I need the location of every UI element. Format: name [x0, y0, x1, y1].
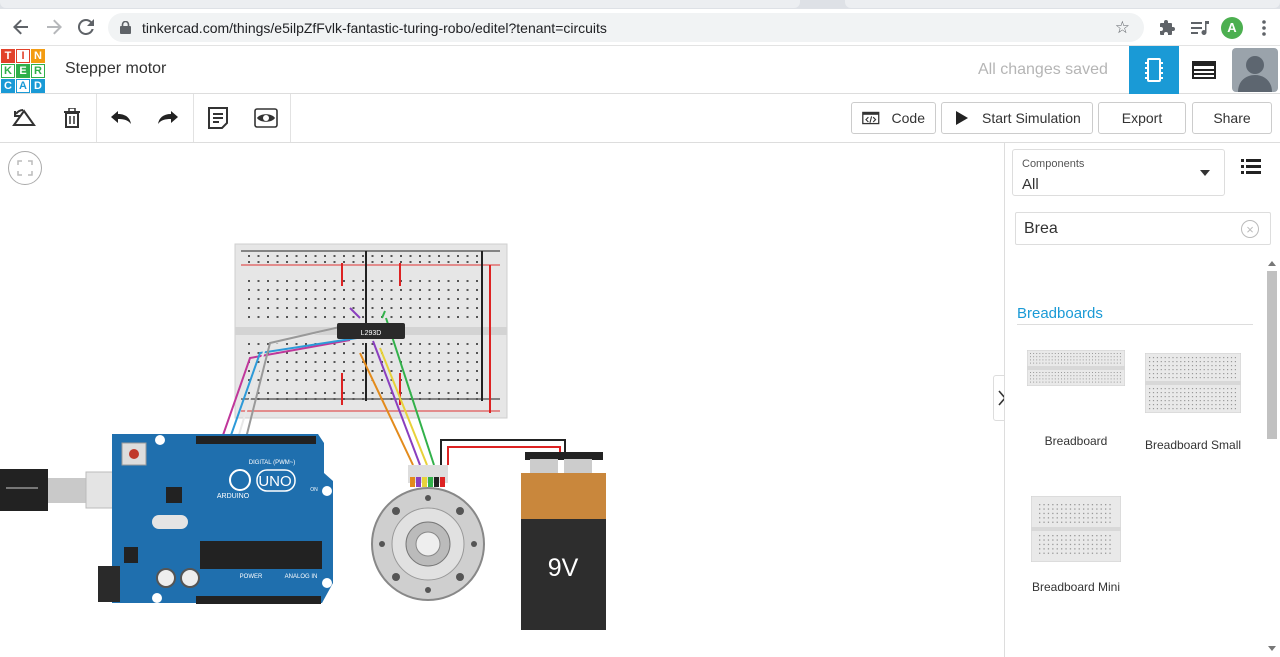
extensions-icon[interactable] — [1152, 13, 1184, 42]
logo-letter: I — [16, 49, 30, 63]
scrollbar-thumb[interactable] — [1267, 271, 1277, 439]
breadboard-small-thumbnail — [1145, 353, 1241, 413]
chip-icon — [1145, 58, 1163, 82]
undo-icon — [111, 111, 131, 124]
stepper-motor[interactable] — [371, 465, 485, 601]
section-title: Breadboards — [1017, 305, 1103, 322]
bookmark-star-icon[interactable]: ☆ — [1115, 18, 1130, 38]
toolbar-divider — [193, 94, 194, 142]
components-dropdown-value: All — [1022, 176, 1039, 193]
logo-letter: R — [31, 64, 45, 78]
browser-tab[interactable] — [0, 0, 800, 8]
redo-button[interactable] — [145, 94, 191, 142]
browser-menu-icon[interactable] — [1248, 13, 1280, 42]
logo-letter: N — [31, 49, 45, 63]
play-icon — [956, 111, 968, 125]
scroll-down-arrow[interactable] — [1268, 646, 1276, 651]
notes-button[interactable] — [195, 94, 241, 142]
components-panel: Components All × Breadboards Breadboard — [1004, 143, 1280, 657]
board-analog-label: ANALOG IN — [285, 574, 318, 580]
share-button[interactable]: Share — [1192, 102, 1272, 134]
logo-letter: E — [16, 64, 30, 78]
board-on-label: ON — [310, 487, 318, 493]
browser-tab[interactable] — [845, 0, 1280, 8]
user-silhouette-icon — [1238, 56, 1272, 92]
circuit-canvas[interactable]: L293D UNO ARDUINO DIGITAL (PWM~) ON POWE… — [0, 143, 1011, 657]
export-label: Export — [1121, 110, 1163, 126]
scroll-up-arrow[interactable] — [1268, 261, 1276, 266]
delete-tool[interactable] — [49, 94, 95, 142]
component-item-breadboard-small[interactable]: Breadboard Small — [1138, 353, 1248, 452]
project-title[interactable]: Stepper motor — [65, 60, 166, 78]
user-avatar[interactable] — [1232, 48, 1278, 92]
breadboard-mini-thumbnail — [1031, 496, 1121, 562]
trash-icon — [64, 108, 80, 128]
component-item-breadboard-mini[interactable]: Breadboard Mini — [1021, 496, 1131, 594]
forward-icon[interactable] — [38, 12, 70, 42]
editor-toolbar: Code Start Simulation Export Share — [0, 94, 1280, 143]
component-item-label: Breadboard Small — [1144, 438, 1242, 452]
start-simulation-label: Start Simulation — [982, 110, 1081, 126]
browser-toolbar: tinkercad.com/things/e5ilpZfFvlk-fantast… — [0, 9, 1280, 46]
circuit-view-button[interactable] — [1129, 46, 1179, 94]
toolbar-divider — [96, 94, 97, 142]
eye-icon — [254, 108, 278, 128]
back-icon[interactable] — [5, 12, 37, 42]
logo-letter: K — [1, 64, 15, 78]
board-power-label: POWER — [240, 574, 263, 580]
media-queue-icon[interactable] — [1184, 13, 1216, 42]
dropdown-caret-icon — [1200, 170, 1210, 176]
logo-letter: T — [1, 49, 15, 63]
components-dropdown-label: Components — [1022, 158, 1085, 170]
start-simulation-button[interactable]: Start Simulation — [941, 102, 1093, 134]
battery-label: 9V — [548, 554, 579, 582]
reload-icon[interactable] — [70, 12, 102, 42]
rotate-tool[interactable] — [1, 94, 47, 142]
logo-letter: D — [31, 79, 45, 93]
browser-tab-strip — [0, 0, 1280, 9]
undo-button[interactable] — [98, 94, 144, 142]
code-icon — [862, 111, 880, 125]
component-item-breadboard[interactable]: Breadboard — [1021, 350, 1131, 448]
list-view-button[interactable] — [1241, 159, 1265, 183]
board-brand-label: ARDUINO — [217, 493, 250, 500]
rotate-icon — [12, 109, 36, 126]
board-model-label: UNO — [258, 473, 291, 490]
board-digital-label: DIGITAL (PWM~) — [249, 460, 296, 466]
url-text: tinkercad.com/things/e5ilpZfFvlk-fantast… — [142, 19, 607, 36]
component-item-label: Breadboard Mini — [1031, 580, 1121, 594]
profile-avatar[interactable]: A — [1216, 13, 1248, 42]
visibility-button[interactable] — [243, 94, 289, 142]
address-bar[interactable]: tinkercad.com/things/e5ilpZfFvlk-fantast… — [108, 13, 1144, 42]
component-item-label: Breadboard — [1044, 434, 1108, 448]
l293d-chip[interactable]: L293D — [337, 323, 405, 339]
circuit-drawing: L293D UNO ARDUINO DIGITAL (PWM~) ON POWE… — [0, 243, 606, 630]
code-label: Code — [891, 110, 925, 126]
9v-battery[interactable]: 9V — [521, 452, 606, 630]
code-button[interactable]: Code — [851, 102, 936, 134]
lock-icon — [120, 21, 131, 34]
toolbar-divider — [290, 94, 291, 142]
section-divider — [1017, 324, 1253, 325]
search-input[interactable] — [1015, 212, 1271, 245]
table-icon — [1192, 61, 1216, 79]
schematic-view-button[interactable] — [1180, 46, 1228, 94]
panel-scrollbar[interactable] — [1266, 261, 1279, 651]
breadboard-thumbnail — [1027, 350, 1125, 386]
save-status: All changes saved — [978, 61, 1108, 78]
app-header: T I N K E R C A D Stepper motor All chan… — [0, 46, 1280, 94]
clear-search-icon[interactable]: × — [1241, 220, 1259, 238]
logo-letter: A — [16, 79, 30, 93]
tinkercad-logo[interactable]: T I N K E R C A D — [1, 49, 45, 93]
redo-icon — [158, 111, 178, 124]
notes-icon — [208, 107, 228, 129]
list-icon — [1241, 159, 1261, 174]
components-dropdown[interactable]: Components All — [1012, 149, 1225, 196]
logo-letter: C — [1, 79, 15, 93]
export-button[interactable]: Export — [1098, 102, 1186, 134]
chip-label: L293D — [361, 330, 382, 337]
arduino-uno-board[interactable]: UNO ARDUINO DIGITAL (PWM~) ON POWER ANAL… — [98, 434, 333, 604]
share-label: Share — [1213, 110, 1251, 126]
